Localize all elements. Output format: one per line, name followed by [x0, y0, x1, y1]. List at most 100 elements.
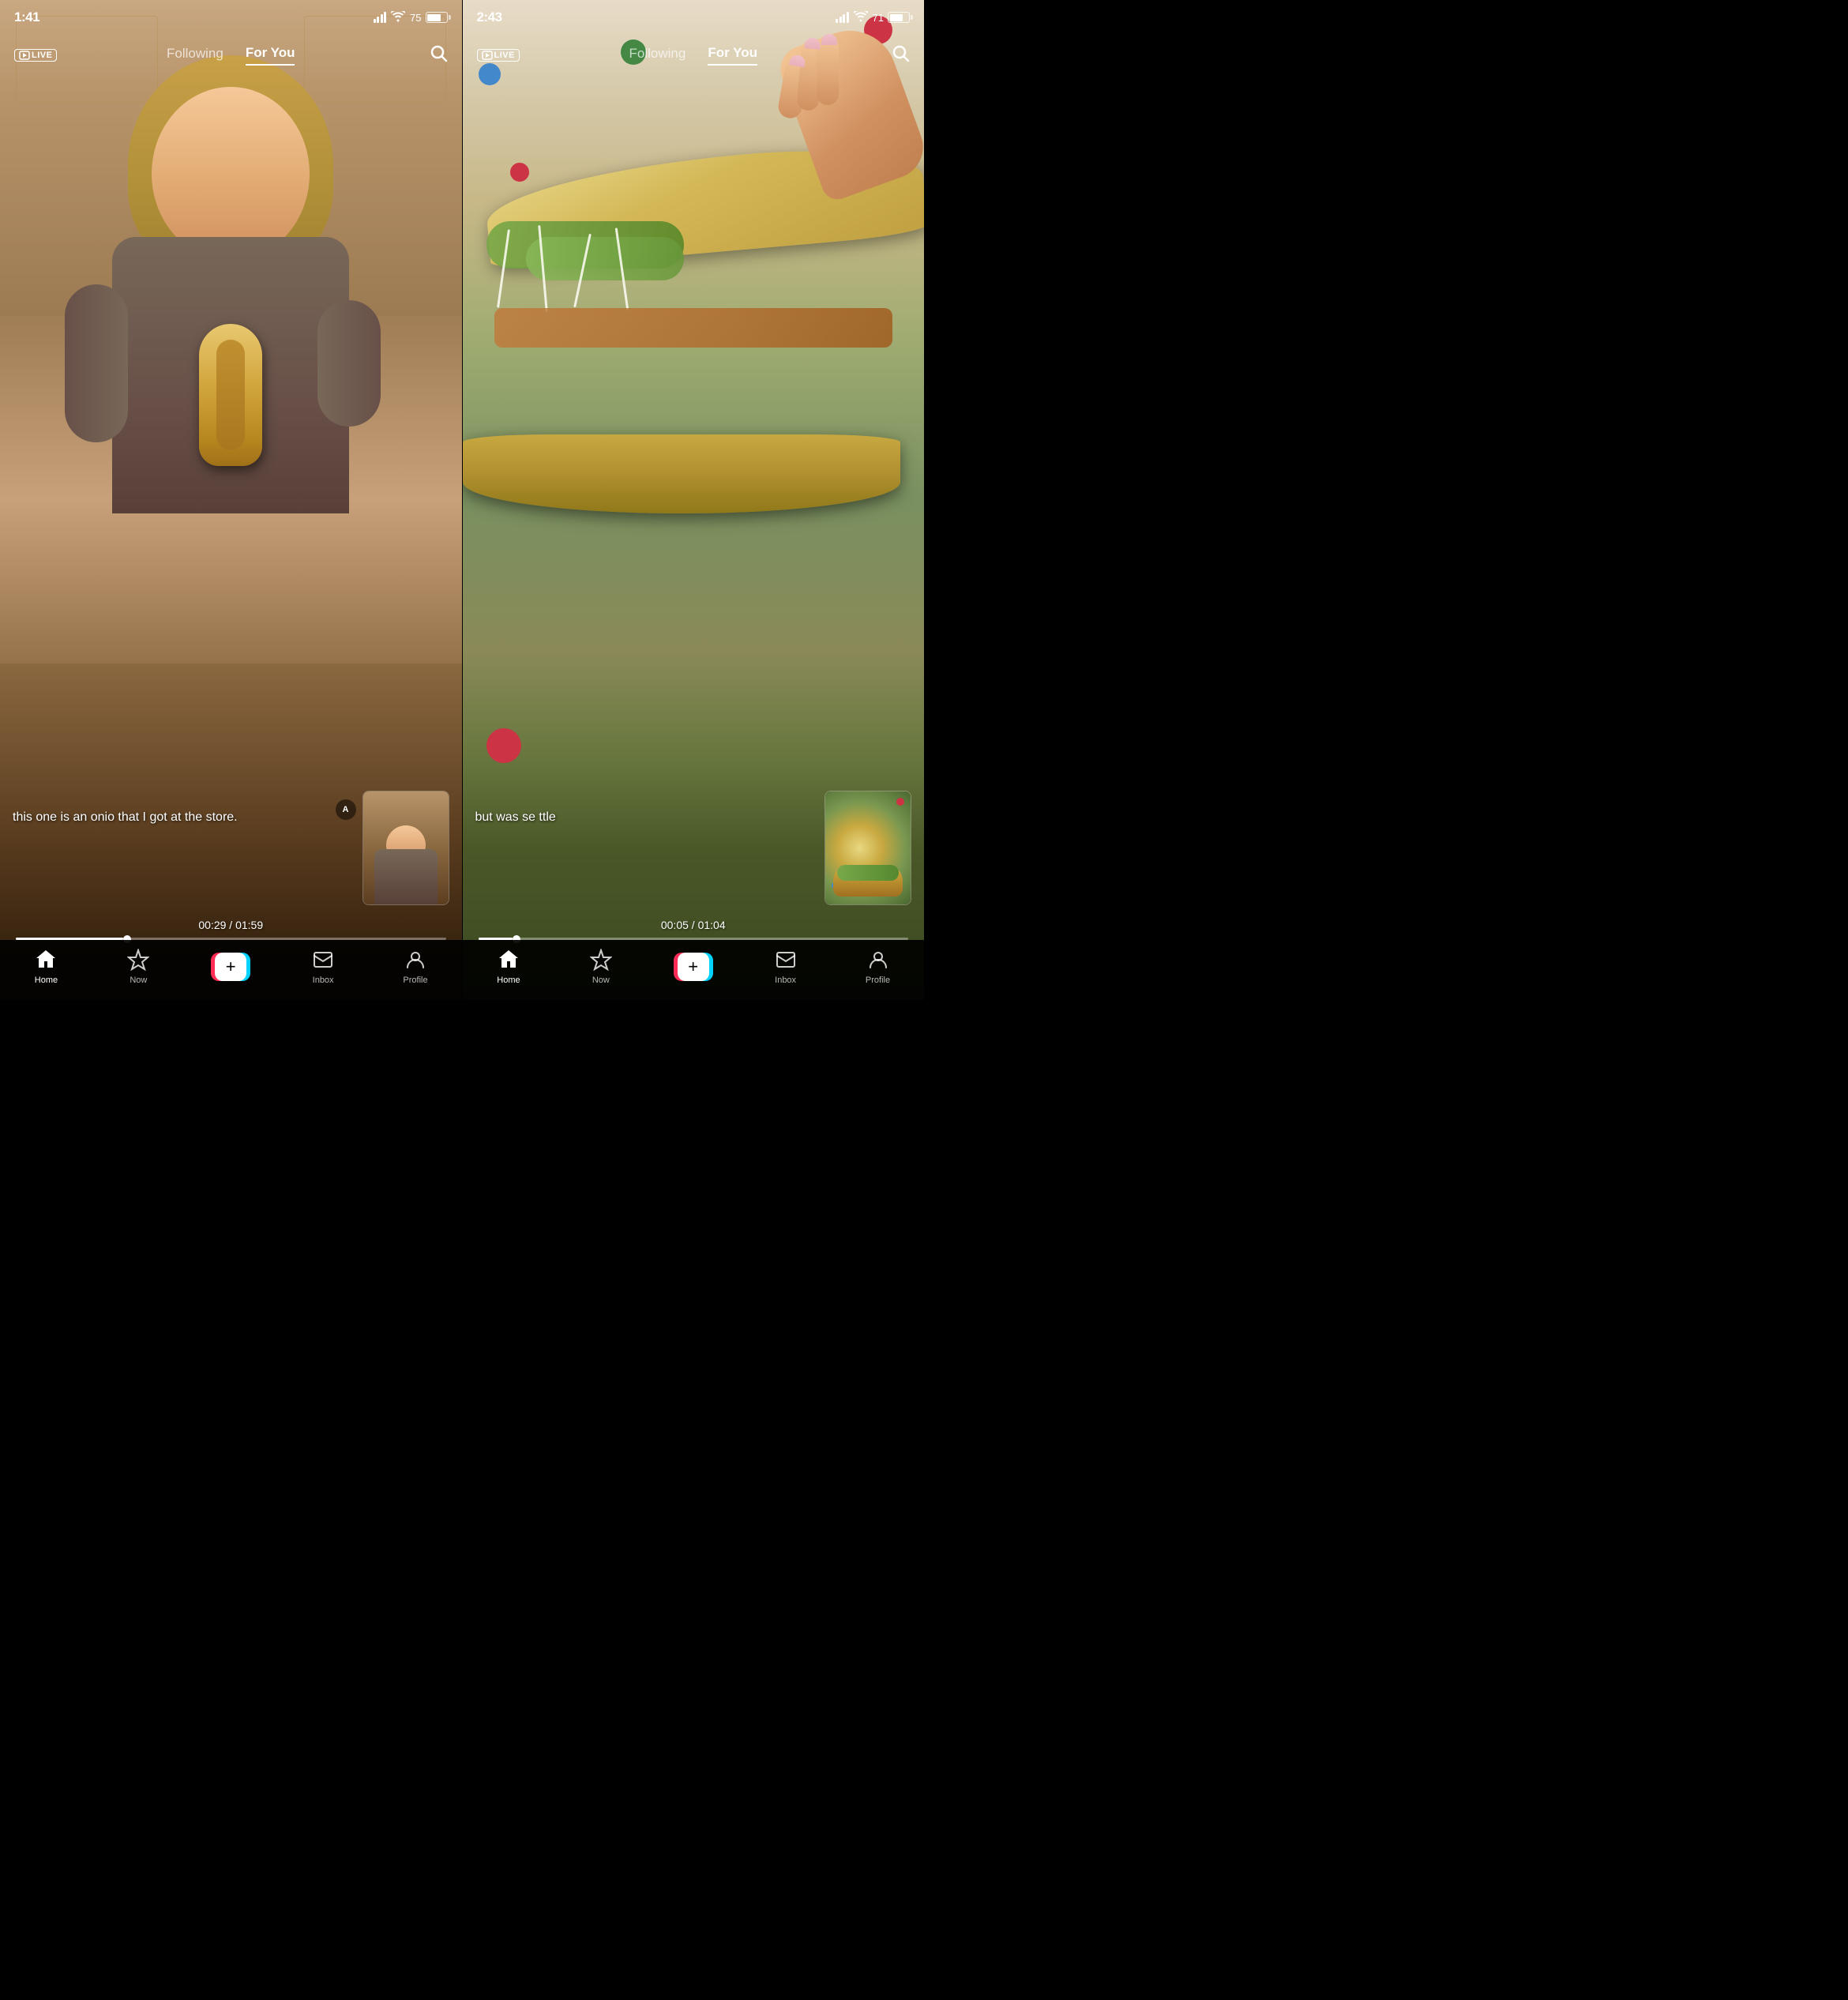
- pip-dot-1: [896, 798, 904, 806]
- battery-fill-right: [890, 14, 903, 21]
- nav-item-now-left[interactable]: Now: [115, 949, 162, 985]
- create-btn-white: +: [215, 953, 246, 981]
- arm-left: [65, 284, 128, 442]
- pip-thumbnail-right[interactable]: [824, 791, 911, 905]
- progress-total-left: 01:59: [235, 919, 263, 931]
- signal-bar-3: [381, 14, 383, 23]
- home-label-right: Home: [497, 976, 520, 985]
- search-icon-left[interactable]: [429, 43, 448, 67]
- live-button-left[interactable]: LIVE: [14, 49, 57, 62]
- nav-tabs-right: Following For You: [629, 45, 757, 66]
- translate-icon-left: A: [343, 805, 349, 814]
- left-panel: 1:41 75: [0, 0, 462, 1000]
- progress-current-right: 00:05: [661, 919, 689, 931]
- home-label-left: Home: [35, 976, 58, 985]
- nav-bar-left: LIVE Following For You: [0, 35, 462, 76]
- nav-item-inbox-right[interactable]: Inbox: [762, 949, 809, 985]
- pip-food-green: [837, 865, 899, 881]
- pip-thumbnail-left[interactable]: [362, 791, 449, 905]
- nav-item-create-left[interactable]: +: [207, 953, 254, 981]
- inbox-icon-right: [775, 949, 797, 974]
- person-figure: [65, 47, 396, 561]
- battery-icon-right: [888, 12, 910, 23]
- signal-icon-right: [836, 12, 849, 23]
- progress-separator-right: /: [692, 919, 698, 931]
- battery-icon-left: [426, 12, 448, 23]
- create-button-right[interactable]: +: [674, 953, 713, 981]
- arm-right: [317, 300, 381, 427]
- tab-following-right[interactable]: Following: [629, 46, 686, 65]
- panel-divider: [462, 0, 463, 1000]
- pip-content-right: [825, 791, 911, 904]
- nav-item-profile-left[interactable]: Profile: [392, 949, 439, 985]
- avocado-2: [526, 237, 684, 280]
- bottom-nav-right: Home Now +: [463, 940, 925, 1000]
- battery-left: 75: [410, 12, 447, 24]
- nav-tabs-left: Following For You: [167, 45, 295, 66]
- profile-icon-left: [404, 949, 426, 974]
- now-icon-right: [590, 949, 612, 974]
- status-time-right: 2:43: [477, 9, 502, 25]
- status-icons-right: 71: [836, 11, 910, 24]
- wifi-icon-right: [854, 11, 868, 24]
- progress-separator-left: /: [229, 919, 235, 931]
- plate-lower: [463, 566, 925, 803]
- progress-time-left: 00:29 / 01:59: [16, 919, 446, 931]
- nav-item-home-right[interactable]: Home: [485, 949, 532, 985]
- tab-following-left[interactable]: Following: [167, 46, 223, 65]
- home-icon-right: [498, 949, 520, 974]
- status-bar-right: 2:43 71: [463, 0, 925, 35]
- now-icon-left: [127, 949, 149, 974]
- signal-bar-r3: [843, 14, 845, 23]
- plate-dot-red-lower: [486, 728, 521, 763]
- battery-right: 71: [873, 12, 910, 24]
- live-badge-right: LIVE: [477, 49, 520, 62]
- translate-button-left[interactable]: A: [336, 799, 356, 820]
- nav-item-inbox-left[interactable]: Inbox: [299, 949, 347, 985]
- signal-bar-2: [377, 17, 379, 23]
- inbox-label-right: Inbox: [775, 976, 796, 985]
- status-time-left: 1:41: [14, 9, 39, 25]
- face: [152, 87, 310, 261]
- signal-bar-r4: [847, 12, 849, 23]
- signal-bar-1: [374, 19, 376, 23]
- inbox-icon-left: [312, 949, 334, 974]
- progress-time-right: 00:05 / 01:04: [479, 919, 909, 931]
- tab-foryou-left[interactable]: For You: [246, 45, 295, 66]
- progress-area-left: 00:29 / 01:59: [0, 919, 462, 940]
- now-label-right: Now: [592, 976, 610, 985]
- tab-foryou-right[interactable]: For You: [708, 45, 757, 66]
- create-button-left[interactable]: +: [211, 953, 250, 981]
- create-btn-white-r: +: [678, 953, 709, 981]
- pip-inner-left: [363, 791, 449, 904]
- signal-bar-r1: [836, 19, 838, 23]
- status-icons-left: 75: [374, 11, 448, 24]
- plus-icon-left: +: [226, 958, 236, 976]
- nav-item-create-right[interactable]: +: [670, 953, 717, 981]
- now-label-left: Now: [130, 976, 147, 985]
- profile-label-left: Profile: [403, 976, 427, 985]
- live-badge-left: LIVE: [14, 49, 57, 62]
- plus-icon-right: +: [688, 958, 698, 976]
- nav-bar-right: LIVE Following For You: [463, 35, 925, 76]
- tortilla-bottom: [463, 434, 901, 513]
- signal-bar-r2: [839, 17, 842, 23]
- progress-area-right: 00:05 / 01:04: [463, 919, 925, 940]
- progress-current-left: 00:29: [198, 919, 226, 931]
- nav-item-now-right[interactable]: Now: [577, 949, 625, 985]
- signal-icon-left: [374, 12, 387, 23]
- pip-inner-right: [825, 791, 911, 904]
- pip-person-body: [374, 849, 438, 904]
- live-button-right[interactable]: LIVE: [477, 49, 520, 62]
- bread-crease: [216, 340, 245, 450]
- nav-item-profile-right[interactable]: Profile: [855, 949, 902, 985]
- nav-item-home-left[interactable]: Home: [22, 949, 69, 985]
- profile-icon-right: [867, 949, 889, 974]
- search-icon-right[interactable]: [891, 43, 910, 67]
- pip-content-left: [363, 791, 449, 904]
- bread-item: [199, 324, 262, 466]
- home-icon-left: [35, 949, 57, 974]
- progress-total-right: 01:04: [698, 919, 726, 931]
- right-panel: 2:43 71: [463, 0, 925, 1000]
- status-bar-left: 1:41 75: [0, 0, 462, 35]
